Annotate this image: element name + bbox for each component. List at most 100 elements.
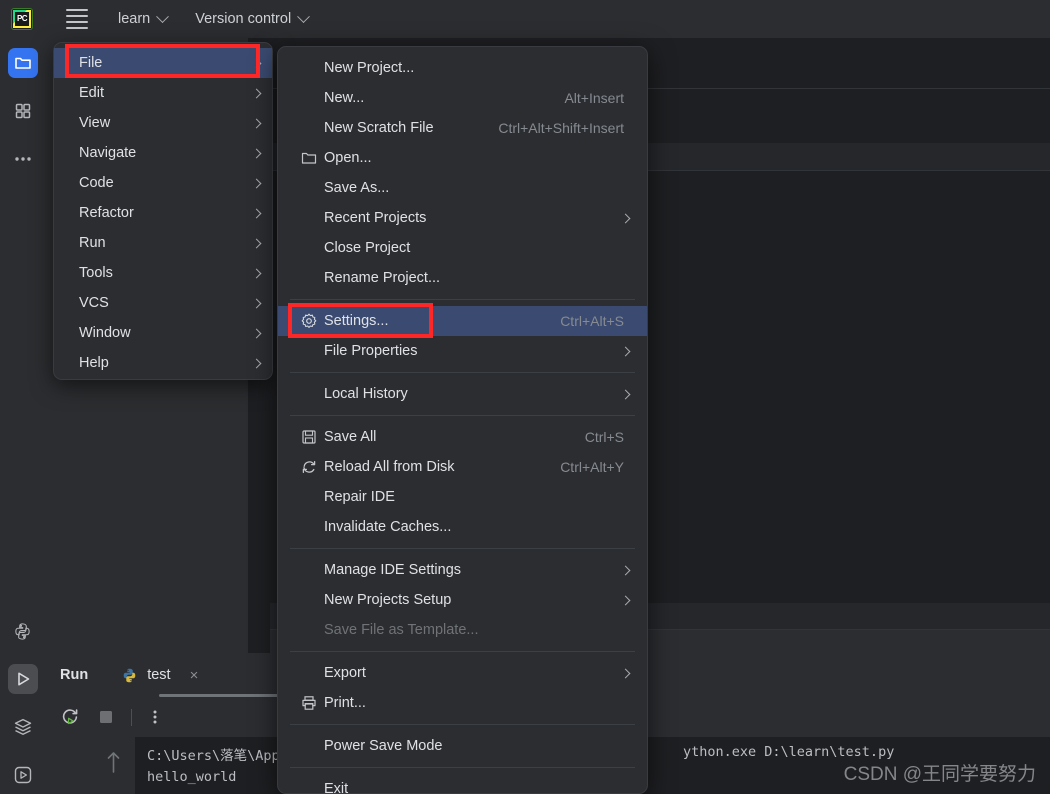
chevron-right-icon — [251, 328, 262, 338]
chevron-right-icon — [620, 595, 631, 605]
chevron-right-icon — [251, 88, 262, 98]
menu-separator — [290, 724, 635, 725]
chevron-right-icon — [251, 208, 262, 218]
main-menu-item-label: Help — [79, 355, 109, 371]
file-menu-item-exit[interactable]: Exit — [278, 774, 647, 794]
sidebar-item-run[interactable] — [7, 664, 38, 694]
main-menu-item-help[interactable]: Help — [54, 348, 272, 378]
file-menu-item-new-scratch-file[interactable]: New Scratch File Ctrl+Alt+Shift+Insert — [278, 113, 647, 143]
chevron-right-icon — [251, 58, 262, 68]
file-menu-item-label: Close Project — [324, 240, 411, 256]
chevron-down-icon — [156, 9, 170, 23]
main-menu-item-navigate[interactable]: Navigate — [54, 138, 272, 168]
console-line-1: C:\Users\落笔\AppD — [147, 748, 288, 764]
file-menu-item-power-save-mode[interactable]: Power Save Mode — [278, 731, 647, 761]
vertical-ellipsis-icon — [153, 710, 157, 724]
file-menu-popup: New Project... New... Alt+Insert New Scratc… — [277, 46, 648, 794]
file-menu-item-new[interactable]: New... Alt+Insert — [278, 83, 647, 113]
version-control-selector[interactable]: Version control — [195, 9, 311, 27]
file-menu-item-open[interactable]: Open... — [278, 143, 647, 173]
file-menu-item-save-as[interactable]: Save As... — [278, 173, 647, 203]
logo-text: PC — [16, 14, 28, 23]
refresh-icon — [300, 458, 318, 476]
stop-button[interactable] — [93, 704, 119, 730]
grid-squares-icon — [15, 103, 30, 119]
file-menu-item-local-history[interactable]: Local History — [278, 379, 647, 409]
play-icon — [17, 672, 29, 686]
python-icon — [121, 667, 138, 684]
sidebar-item-structure[interactable] — [8, 96, 38, 126]
main-menu-item-vcs[interactable]: VCS — [54, 288, 272, 318]
file-menu-item-label: Exit — [324, 781, 349, 794]
main-menu-hamburger-button[interactable] — [66, 9, 88, 29]
file-menu-item-save-all[interactable]: Save All Ctrl+S — [278, 422, 647, 452]
chevron-right-icon — [620, 346, 631, 356]
file-menu-item-shortcut: Ctrl+S — [584, 429, 624, 445]
chevron-right-icon — [251, 268, 262, 278]
file-menu-item-shortcut: Alt+Insert — [564, 90, 624, 106]
chevron-right-icon — [251, 148, 262, 158]
stop-icon — [100, 711, 112, 723]
file-menu-item-label: New Scratch File — [324, 120, 434, 136]
file-menu-item-new-projects-setup[interactable]: New Projects Setup — [278, 585, 647, 615]
chevron-right-icon — [251, 358, 262, 368]
file-menu-item-label: Invalidate Caches... — [324, 519, 452, 535]
main-menu-item-label: Run — [79, 235, 106, 251]
main-menu-item-window[interactable]: Window — [54, 318, 272, 348]
rerun-button[interactable] — [57, 704, 83, 730]
main-menu-item-label: View — [79, 115, 111, 131]
file-menu-item-recent-projects[interactable]: Recent Projects — [278, 203, 647, 233]
scroll-up-icon[interactable] — [107, 751, 119, 773]
folder-icon — [301, 152, 317, 164]
close-icon[interactable]: × — [190, 667, 199, 684]
main-menu-item-edit[interactable]: Edit — [54, 78, 272, 108]
sidebar-item-run-anything[interactable] — [8, 760, 38, 790]
main-menu-item-run[interactable]: Run — [54, 228, 272, 258]
run-window-title: Run — [60, 667, 89, 683]
main-menu-item-refactor[interactable]: Refactor — [54, 198, 272, 228]
print-icon — [302, 696, 316, 710]
main-menu-item-tools[interactable]: Tools — [54, 258, 272, 288]
main-menu-item-label: Window — [79, 325, 131, 341]
file-menu-item-settings[interactable]: Settings... Ctrl+Alt+S — [278, 306, 647, 336]
file-menu-item-file-properties[interactable]: File Properties — [278, 336, 647, 366]
chevron-right-icon — [620, 668, 631, 678]
file-menu-item-label: New... — [324, 90, 365, 106]
file-menu-item-reload-all-from-disk[interactable]: Reload All from Disk Ctrl+Alt+Y — [278, 452, 647, 482]
file-menu-item-print[interactable]: Print... — [278, 688, 647, 718]
file-menu-item-label: Export — [324, 665, 366, 681]
main-menu-item-label: VCS — [79, 295, 109, 311]
save-icon — [302, 430, 316, 444]
main-menu-item-code[interactable]: Code — [54, 168, 272, 198]
file-menu-item-label: Save As... — [324, 180, 390, 196]
file-menu-item-rename-project[interactable]: Rename Project... — [278, 263, 647, 293]
menu-separator — [290, 767, 635, 768]
sidebar-item-project[interactable] — [7, 48, 38, 78]
main-menu-item-file[interactable]: File — [54, 48, 272, 78]
menu-separator — [290, 651, 635, 652]
file-menu-item-save-file-as-template: Save File as Template... — [278, 615, 647, 645]
gear-icon — [300, 312, 318, 330]
main-menu-item-view[interactable]: View — [54, 108, 272, 138]
file-menu-item-repair-ide[interactable]: Repair IDE — [278, 482, 647, 512]
file-menu-item-new-project[interactable]: New Project... — [278, 53, 647, 83]
file-menu-item-shortcut: Ctrl+Alt+S — [560, 313, 624, 329]
sidebar-item-services[interactable] — [8, 712, 38, 742]
main-menu-item-label: Edit — [79, 85, 104, 101]
project-selector[interactable]: learn — [118, 9, 170, 27]
run-tab-test[interactable]: test × — [121, 667, 198, 684]
file-menu-item-label: Recent Projects — [324, 210, 427, 226]
file-menu-item-invalidate-caches[interactable]: Invalidate Caches... — [278, 512, 647, 542]
file-menu-item-manage-ide-settings[interactable]: Manage IDE Settings — [278, 555, 647, 585]
file-menu-item-label: Manage IDE Settings — [324, 562, 462, 578]
sidebar-item-more[interactable] — [8, 144, 38, 174]
console-gutter — [90, 737, 135, 794]
sidebar-item-python-console[interactable] — [8, 616, 38, 646]
version-control-label: Version control — [195, 11, 292, 27]
file-menu-item-export[interactable]: Export — [278, 658, 647, 688]
main-menu-popup: File Edit View Navigate Code Refactor Run Tools… — [53, 42, 273, 380]
file-menu-item-close-project[interactable]: Close Project — [278, 233, 647, 263]
file-menu-item-label: File Properties — [324, 343, 418, 359]
more-options-button[interactable] — [142, 704, 168, 730]
pycharm-logo-icon: PC — [11, 8, 33, 30]
